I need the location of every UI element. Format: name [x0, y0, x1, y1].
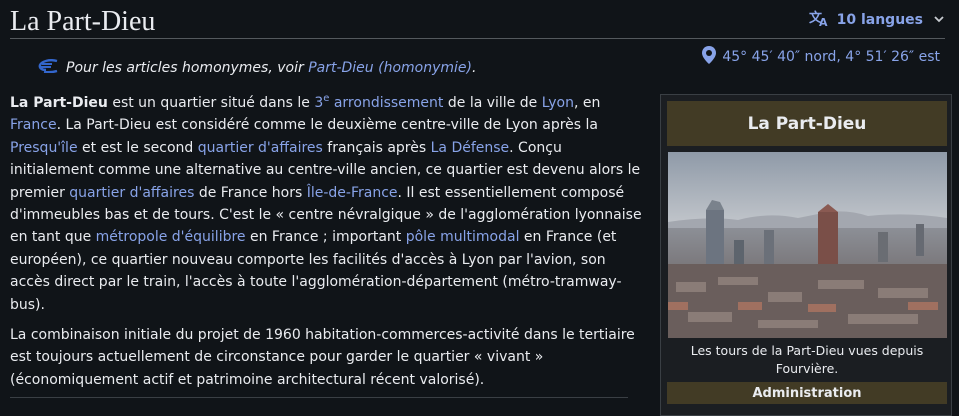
hatnote-suffix: .: [471, 60, 477, 76]
coordinates-link[interactable]: 45° 45′ 40″ nord, 4° 51′ 26″ est: [702, 46, 940, 68]
link-text: arrondissement: [329, 95, 444, 111]
disambiguation-icon: [38, 59, 58, 77]
link-quartier-affaires[interactable]: quartier d'affaires: [198, 140, 323, 156]
chevron-down-icon: [933, 13, 945, 28]
link-presquile[interactable]: Presqu'île: [10, 140, 78, 156]
languages-label: 10 langues: [836, 12, 923, 28]
hatnote-link[interactable]: Part-Dieu (homonymie): [308, 60, 472, 76]
infobox-title: La Part-Dieu: [667, 101, 947, 146]
link-metropole-equilibre[interactable]: métropole d'équilibre: [96, 229, 246, 245]
text-segment: . La Part-Dieu est considéré comme le de…: [56, 117, 598, 134]
section-divider: [10, 397, 628, 398]
link-3e-arrondissement[interactable]: 3e arrondissement: [314, 94, 444, 112]
text-segment: de la ville de: [443, 95, 542, 111]
link-ile-de-france[interactable]: Île-de-France: [307, 185, 398, 201]
link-quartier-affaires-2[interactable]: quartier d'affaires: [69, 185, 194, 201]
article-body: La Part-Dieu est un quartier situé dans …: [10, 92, 644, 399]
coordinates-text: 45° 45′ 40″ nord, 4° 51′ 26″ est: [722, 49, 940, 65]
text-segment: , en: [573, 95, 601, 111]
article-subject: La Part-Dieu: [10, 95, 108, 111]
page-title: La Part-Dieu: [10, 6, 156, 37]
text-segment: français après: [322, 139, 431, 156]
link-lyon[interactable]: Lyon: [542, 95, 574, 111]
svg-text:A: A: [819, 16, 828, 27]
infobox-caption: Les tours de la Part-Dieu vues depuis Fo…: [690, 343, 924, 376]
languages-button[interactable]: 文 A 10 langues: [809, 10, 945, 30]
text-segment: de France hors: [194, 184, 307, 201]
paragraph-2: La combinaison initiale du projet de 196…: [10, 327, 635, 388]
link-la-defense[interactable]: La Défense: [431, 140, 510, 156]
map-pin-icon: [702, 46, 717, 68]
infobox: La Part-Dieu Les tours de la Part-Dieu v…: [660, 94, 952, 416]
link-pole-multimodal[interactable]: pôle multimodal: [406, 229, 520, 245]
text-segment: en France ; important: [245, 229, 406, 246]
hatnote-text: Pour les articles homonymes, voir: [66, 60, 309, 76]
text-segment: est un quartier situé dans le: [107, 95, 315, 111]
paragraph-1: La Part-Dieu est un quartier situé dans …: [10, 92, 644, 316]
link-text: 3: [314, 95, 324, 111]
infobox-image[interactable]: [668, 152, 947, 338]
translate-icon: 文 A: [809, 9, 829, 31]
link-france[interactable]: France: [10, 117, 57, 133]
hatnote: Pour les articles homonymes, voir Part-D…: [38, 57, 476, 79]
title-divider: [10, 38, 945, 39]
text-segment: et est le second: [77, 139, 198, 156]
